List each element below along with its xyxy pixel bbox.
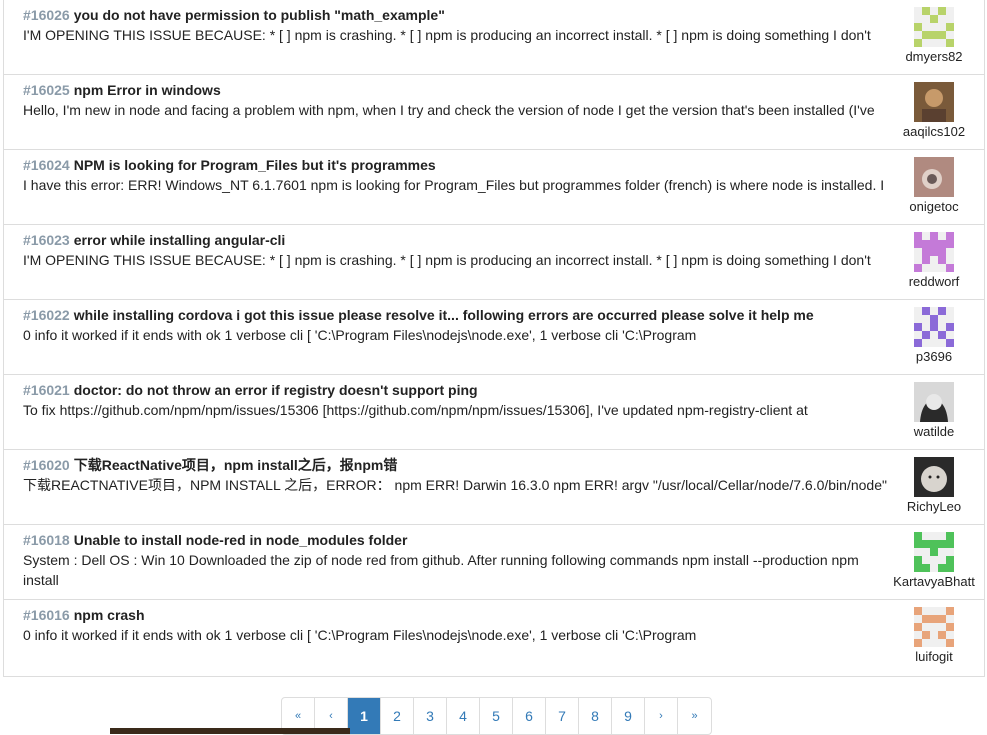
issue-item[interactable]: #16022 while installing cordova i got thi…	[4, 300, 984, 375]
page-number-button[interactable]: 6	[513, 698, 546, 734]
issue-title[interactable]: NPM is looking for Program_Files but it'…	[74, 157, 436, 173]
issue-item[interactable]: #16021 doctor: do not throw an error if r…	[4, 375, 984, 450]
issue-author[interactable]: luifogit	[884, 604, 984, 665]
page-next-button[interactable]: ›	[645, 698, 678, 734]
issue-body: #16018 Unable to install node-red in node…	[23, 530, 891, 590]
issue-author[interactable]: onigetoc	[884, 154, 984, 215]
issue-title-line[interactable]: #16023 error while installing angular-cli	[23, 230, 891, 250]
issue-snippet: 0 info it worked if it ends with ok 1 ve…	[23, 327, 697, 343]
author-username[interactable]: RichyLeo	[884, 499, 984, 515]
issue-title-line[interactable]: #16022 while installing cordova i got thi…	[23, 305, 891, 325]
issue-body: #16021 doctor: do not throw an error if r…	[23, 380, 891, 420]
avatar-photo	[914, 457, 954, 497]
issue-author[interactable]: RichyLeo	[884, 454, 984, 515]
issue-number[interactable]: #16018	[23, 532, 70, 548]
author-username[interactable]: watilde	[884, 424, 984, 440]
issue-snippet: I'M OPENING THIS ISSUE BECAUSE: * [ ] np…	[23, 252, 871, 268]
issue-title[interactable]: while installing cordova i got this issu…	[74, 307, 814, 323]
page-number-button[interactable]: 5	[480, 698, 513, 734]
issue-item[interactable]: #16018 Unable to install node-red in node…	[4, 525, 984, 600]
issue-body: #16026 you do not have permission to publ…	[23, 5, 891, 45]
issue-item[interactable]: #16023 error while installing angular-cli…	[4, 225, 984, 300]
issue-author[interactable]: KartavyaBhatt	[884, 529, 984, 590]
issue-number[interactable]: #16026	[23, 7, 70, 23]
issue-list: #16026 you do not have permission to publ…	[3, 0, 985, 677]
issue-number[interactable]: #16025	[23, 82, 70, 98]
issue-number[interactable]: #16023	[23, 232, 70, 248]
avatar-photo	[914, 157, 954, 197]
page-number-button[interactable]: 4	[447, 698, 480, 734]
page-number-button[interactable]: 1	[348, 698, 381, 734]
page-number-button[interactable]: 2	[381, 698, 414, 734]
page-number-button[interactable]: 3	[414, 698, 447, 734]
issue-snippet: Hello, I'm new in node and facing a prob…	[23, 102, 875, 118]
issue-body: #16020 下载ReactNative项目，npm install之后，报npm…	[23, 455, 891, 495]
issue-body: #16016 npm crash 0 info it worked if it e…	[23, 605, 891, 645]
author-username[interactable]: dmyers82	[884, 49, 984, 65]
page-number-button[interactable]: 7	[546, 698, 579, 734]
issue-number[interactable]: #16022	[23, 307, 70, 323]
issue-title-line[interactable]: #16026 you do not have permission to publ…	[23, 5, 891, 25]
avatar-photo	[914, 382, 954, 422]
issue-title[interactable]: 下载ReactNative项目，npm install之后，报npm错	[74, 457, 398, 473]
issue-author[interactable]: reddworf	[884, 229, 984, 290]
issue-title-line[interactable]: #16020 下载ReactNative项目，npm install之后，报npm…	[23, 455, 891, 475]
issue-title[interactable]: Unable to install node-red in node_modul…	[74, 532, 408, 548]
issue-title-line[interactable]: #16024 NPM is looking for Program_Files b…	[23, 155, 891, 175]
issue-snippet: 0 info it worked if it ends with ok 1 ve…	[23, 627, 697, 643]
issue-body: #16023 error while installing angular-cli…	[23, 230, 891, 270]
issue-item[interactable]: #16024 NPM is looking for Program_Files b…	[4, 150, 984, 225]
avatar-identicon	[914, 7, 954, 47]
issue-author[interactable]: dmyers82	[884, 4, 984, 65]
avatar-identicon	[914, 532, 954, 572]
issue-title[interactable]: doctor: do not throw an error if registr…	[74, 382, 478, 398]
issue-title[interactable]: error while installing angular-cli	[74, 232, 286, 248]
issue-title-line[interactable]: #16021 doctor: do not throw an error if r…	[23, 380, 891, 400]
issue-title[interactable]: npm Error in windows	[74, 82, 221, 98]
issue-title-line[interactable]: #16025 npm Error in windows	[23, 80, 891, 100]
issue-item[interactable]: #16020 下载ReactNative项目，npm install之后，报npm…	[4, 450, 984, 525]
page-last-button[interactable]: »	[678, 698, 711, 734]
issue-item[interactable]: #16016 npm crash 0 info it worked if it e…	[4, 600, 984, 677]
author-username[interactable]: onigetoc	[884, 199, 984, 215]
issue-title-line[interactable]: #16018 Unable to install node-red in node…	[23, 530, 891, 550]
avatar-identicon	[914, 607, 954, 647]
issue-snippet: 下载REACTNATIVE项目，NPM INSTALL 之后，ERROR： np…	[23, 477, 887, 493]
page-number-button[interactable]: 9	[612, 698, 645, 734]
author-username[interactable]: p3696	[884, 349, 984, 365]
author-username[interactable]: aaqilcs102	[884, 124, 984, 140]
bottom-thumbnail-strip	[110, 728, 350, 734]
issue-item[interactable]: #16025 npm Error in windows Hello, I'm ne…	[4, 75, 984, 150]
issue-title-line[interactable]: #16016 npm crash	[23, 605, 891, 625]
avatar-identicon	[914, 232, 954, 272]
avatar-identicon	[914, 307, 954, 347]
issue-number[interactable]: #16016	[23, 607, 70, 623]
issue-title[interactable]: you do not have permission to publish "m…	[74, 7, 445, 23]
author-username[interactable]: luifogit	[884, 649, 984, 665]
issue-number[interactable]: #16021	[23, 382, 70, 398]
author-username[interactable]: reddworf	[884, 274, 984, 290]
author-username[interactable]: KartavyaBhatt	[884, 574, 984, 590]
issue-item[interactable]: #16026 you do not have permission to publ…	[4, 0, 984, 75]
issue-number[interactable]: #16020	[23, 457, 70, 473]
issue-body: #16025 npm Error in windows Hello, I'm ne…	[23, 80, 891, 120]
issue-body: #16024 NPM is looking for Program_Files b…	[23, 155, 891, 195]
issue-author[interactable]: watilde	[884, 379, 984, 440]
issue-title[interactable]: npm crash	[74, 607, 145, 623]
issue-author[interactable]: aaqilcs102	[884, 79, 984, 140]
avatar-photo	[914, 82, 954, 122]
page-number-button[interactable]: 8	[579, 698, 612, 734]
issue-snippet: To fix https://github.com/npm/npm/issues…	[23, 402, 808, 418]
issue-number[interactable]: #16024	[23, 157, 70, 173]
issue-author[interactable]: p3696	[884, 304, 984, 365]
issue-snippet: I'M OPENING THIS ISSUE BECAUSE: * [ ] np…	[23, 27, 871, 43]
issue-snippet: I have this error: ERR! Windows_NT 6.1.7…	[23, 177, 885, 193]
issue-snippet: System : Dell OS : Win 10 Downloaded the…	[23, 552, 859, 588]
issue-body: #16022 while installing cordova i got thi…	[23, 305, 891, 345]
